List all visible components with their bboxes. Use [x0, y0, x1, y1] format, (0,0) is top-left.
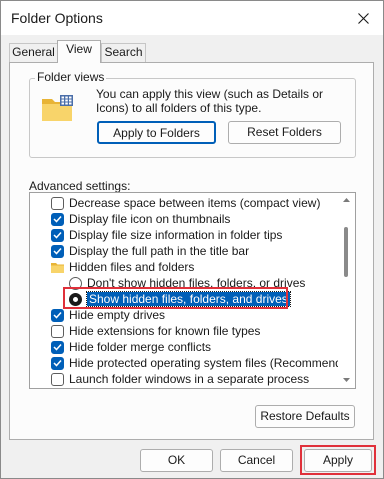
caret-up-icon — [343, 198, 350, 202]
apply-to-folders-button[interactable]: Apply to Folders — [97, 121, 216, 144]
setting-full-path-title[interactable]: Display the full path in the title bar — [51, 243, 355, 259]
scrollbar-thumb[interactable] — [344, 227, 348, 277]
highlight-apply — [300, 445, 376, 475]
cancel-button[interactable]: Cancel — [220, 449, 293, 472]
scroll-up-button[interactable] — [338, 195, 355, 205]
checkmark-icon — [53, 343, 62, 351]
setting-label: Hide folder merge conflicts — [69, 340, 212, 354]
setting-label: Decrease space between items (compact vi… — [69, 196, 321, 210]
highlight-show-hidden — [63, 287, 288, 309]
tab-general[interactable]: General — [9, 43, 58, 62]
setting-file-size-info[interactable]: Display file size information in folder … — [51, 227, 355, 243]
reset-folders-button[interactable]: Reset Folders — [228, 121, 341, 144]
setting-label: Hide empty drives — [69, 308, 166, 322]
vertical-scrollbar[interactable] — [338, 193, 355, 388]
checkmark-icon — [53, 215, 62, 223]
advanced-settings-label: Advanced settings: — [29, 179, 131, 193]
caret-down-icon — [343, 378, 350, 382]
checkbox[interactable] — [51, 212, 64, 226]
checkbox[interactable] — [51, 196, 64, 210]
setting-hide-merge-conflicts[interactable]: Hide folder merge conflicts — [51, 339, 355, 355]
setting-hide-extensions[interactable]: Hide extensions for known file types — [51, 323, 355, 339]
checkmark-icon — [53, 231, 62, 239]
setting-label: Launch folder windows in a separate proc… — [69, 372, 310, 386]
checkmark-icon — [53, 359, 62, 367]
setting-hide-empty-drives[interactable]: Hide empty drives — [51, 307, 355, 323]
title-bar: Folder Options — [1, 1, 383, 35]
setting-label: Display the full path in the title bar — [69, 244, 250, 258]
close-icon — [357, 12, 369, 24]
setting-label: Display file icon on thumbnails — [69, 212, 231, 226]
ok-button[interactable]: OK — [140, 449, 213, 472]
setting-label: Hide protected operating system files (R… — [69, 356, 356, 370]
tab-view[interactable]: View — [57, 40, 101, 63]
folder-views-title: Folder views — [35, 70, 107, 84]
restore-defaults-button[interactable]: Restore Defaults — [255, 405, 355, 428]
checkmark-icon — [53, 247, 62, 255]
setting-label: Hide extensions for known file types — [69, 324, 261, 338]
checkbox[interactable] — [51, 244, 64, 258]
tab-search[interactable]: Search — [101, 43, 146, 62]
checkbox[interactable] — [51, 228, 64, 242]
setting-separate-process[interactable]: Launch folder windows in a separate proc… — [51, 371, 355, 387]
checkbox[interactable] — [51, 308, 64, 322]
folder-icon — [51, 262, 64, 273]
close-button[interactable] — [347, 4, 379, 32]
setting-label: Hidden files and folders — [69, 260, 195, 274]
folder-views-icon — [42, 95, 73, 121]
checkbox[interactable] — [51, 340, 64, 354]
hidden-files-group: Hidden files and folders — [51, 259, 355, 275]
setting-file-icon-thumbnails[interactable]: Display file icon on thumbnails — [51, 211, 355, 227]
setting-label: Display file size information in folder … — [69, 228, 283, 242]
checkbox[interactable] — [51, 324, 64, 338]
checkbox[interactable] — [51, 372, 64, 386]
checkbox[interactable] — [51, 356, 64, 370]
scroll-down-button[interactable] — [338, 375, 355, 385]
folder-views-description: You can apply this view (such as Details… — [96, 87, 324, 115]
setting-hide-protected-os-files[interactable]: Hide protected operating system files (R… — [51, 355, 356, 371]
checkmark-icon — [53, 311, 62, 319]
window-title: Folder Options — [11, 10, 103, 26]
setting-compact-view[interactable]: Decrease space between items (compact vi… — [51, 195, 355, 211]
